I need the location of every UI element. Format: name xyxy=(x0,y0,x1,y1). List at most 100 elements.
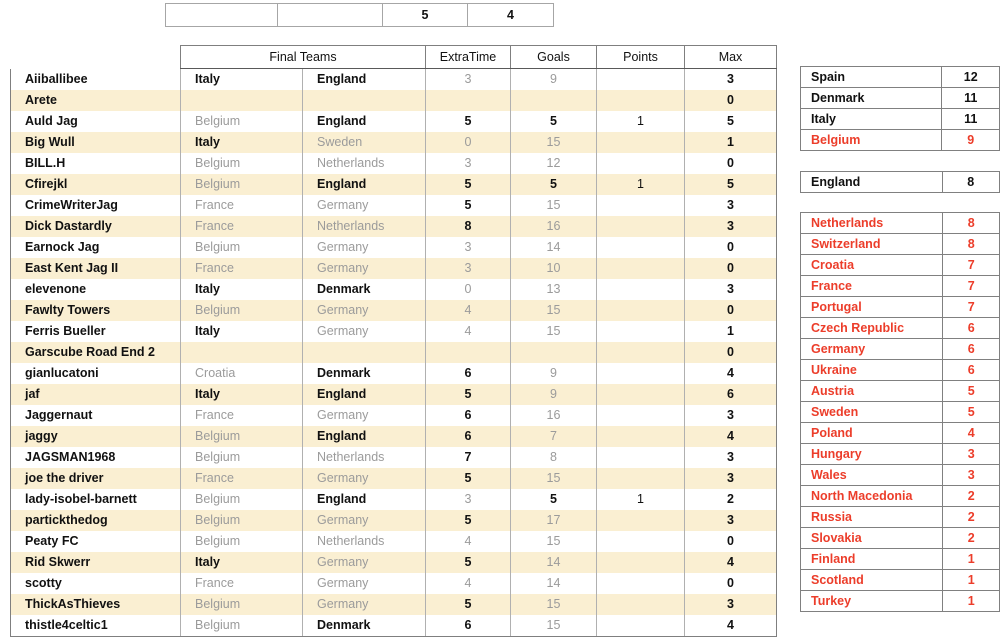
cell-extratime[interactable]: 4 xyxy=(425,321,511,342)
cell-final-team-1[interactable]: Italy xyxy=(180,552,303,573)
cell-entrant-name[interactable]: joe the driver xyxy=(10,468,181,489)
cell-goals[interactable]: 15 xyxy=(510,132,597,153)
cell-entrant-name[interactable]: Cfirejkl xyxy=(10,174,181,195)
cell-points[interactable]: 1 xyxy=(596,174,685,195)
standings-country-name[interactable]: Switzerland xyxy=(799,233,944,255)
cell-entrant-name[interactable]: Peaty FC xyxy=(10,531,181,552)
cell-max[interactable]: 3 xyxy=(684,447,777,468)
cell-final-team-1[interactable]: Belgium xyxy=(180,174,303,195)
cell-max[interactable]: 3 xyxy=(684,405,777,426)
standings-country-name[interactable]: North Macedonia xyxy=(799,485,944,507)
standings-country-value[interactable]: 4 xyxy=(942,422,1000,444)
standings-country-name[interactable]: Croatia xyxy=(799,254,944,276)
cell-points[interactable] xyxy=(596,321,685,342)
standings-country-name[interactable]: Netherlands xyxy=(799,212,944,234)
cell-final-team-2[interactable]: Germany xyxy=(302,195,426,216)
standings-country-value[interactable]: 12 xyxy=(941,66,1000,88)
cell-final-team-1[interactable]: Belgium xyxy=(180,510,303,531)
cell-entrant-name[interactable]: Garscube Road End 2 xyxy=(10,342,181,363)
cell-max[interactable]: 6 xyxy=(684,384,777,405)
cell-final-team-1[interactable]: Belgium xyxy=(180,300,303,321)
cell-goals[interactable]: 14 xyxy=(510,237,597,258)
cell-goals[interactable]: 15 xyxy=(510,321,597,342)
cell-final-team-2[interactable]: Netherlands xyxy=(302,531,426,552)
cell-extratime[interactable] xyxy=(425,342,511,363)
cell-points[interactable] xyxy=(596,68,685,90)
standings-country-name[interactable]: Belgium xyxy=(799,129,943,151)
cell-final-team-1[interactable] xyxy=(180,342,303,363)
standings-country-value[interactable]: 7 xyxy=(942,254,1000,276)
cell-extratime[interactable]: 4 xyxy=(425,573,511,594)
cell-goals[interactable]: 14 xyxy=(510,552,597,573)
cell-final-team-2[interactable]: Netherlands xyxy=(302,216,426,237)
cell-extratime[interactable]: 6 xyxy=(425,426,511,447)
summary-cell-1[interactable] xyxy=(277,3,383,27)
header-max[interactable]: Max xyxy=(684,45,777,69)
cell-points[interactable] xyxy=(596,384,685,405)
cell-final-team-1[interactable]: Belgium xyxy=(180,489,303,510)
cell-points[interactable] xyxy=(596,258,685,279)
cell-entrant-name[interactable]: Auld Jag xyxy=(10,111,181,132)
cell-goals[interactable]: 5 xyxy=(510,111,597,132)
cell-extratime[interactable]: 5 xyxy=(425,552,511,573)
cell-final-team-1[interactable]: France xyxy=(180,216,303,237)
cell-points[interactable] xyxy=(596,300,685,321)
standings-country-name[interactable]: France xyxy=(799,275,944,297)
standings-country-name[interactable]: Turkey xyxy=(799,590,944,612)
cell-points[interactable] xyxy=(596,216,685,237)
cell-final-team-1[interactable]: Belgium xyxy=(180,594,303,615)
cell-final-team-2[interactable]: Germany xyxy=(302,594,426,615)
cell-final-team-2[interactable]: Germany xyxy=(302,510,426,531)
cell-extratime[interactable]: 4 xyxy=(425,531,511,552)
cell-max[interactable]: 3 xyxy=(684,68,777,90)
standings-country-value[interactable]: 11 xyxy=(941,108,1000,130)
cell-goals[interactable]: 9 xyxy=(510,68,597,90)
standings-country-value[interactable]: 8 xyxy=(941,171,1000,193)
standings-country-name[interactable]: Italy xyxy=(799,108,943,130)
standings-country-name[interactable]: Finland xyxy=(799,548,944,570)
standings-country-value[interactable]: 3 xyxy=(942,443,1000,465)
cell-final-team-1[interactable]: Belgium xyxy=(180,111,303,132)
standings-country-name[interactable]: Germany xyxy=(799,338,944,360)
standings-country-name[interactable]: Russia xyxy=(799,506,944,528)
standings-country-value[interactable]: 2 xyxy=(942,506,1000,528)
cell-final-team-1[interactable]: France xyxy=(180,405,303,426)
cell-max[interactable]: 3 xyxy=(684,510,777,531)
standings-country-value[interactable]: 8 xyxy=(942,212,1000,234)
cell-entrant-name[interactable]: Rid Skwerr xyxy=(10,552,181,573)
cell-final-team-1[interactable]: Belgium xyxy=(180,153,303,174)
cell-extratime[interactable]: 5 xyxy=(425,195,511,216)
cell-points[interactable] xyxy=(596,531,685,552)
cell-goals[interactable]: 14 xyxy=(510,573,597,594)
cell-entrant-name[interactable]: jaggy xyxy=(10,426,181,447)
header-goals[interactable]: Goals xyxy=(510,45,597,69)
cell-entrant-name[interactable]: Fawlty Towers xyxy=(10,300,181,321)
cell-max[interactable]: 2 xyxy=(684,489,777,510)
cell-final-team-1[interactable] xyxy=(180,90,303,111)
cell-final-team-2[interactable]: Denmark xyxy=(302,615,426,637)
cell-goals[interactable]: 16 xyxy=(510,405,597,426)
cell-max[interactable]: 0 xyxy=(684,300,777,321)
standings-country-name[interactable]: Spain xyxy=(799,66,943,88)
cell-max[interactable]: 4 xyxy=(684,363,777,384)
standings-country-name[interactable]: Czech Republic xyxy=(799,317,944,339)
cell-final-team-2[interactable]: England xyxy=(302,426,426,447)
cell-extratime[interactable]: 5 xyxy=(425,510,511,531)
cell-max[interactable]: 4 xyxy=(684,426,777,447)
cell-extratime[interactable]: 8 xyxy=(425,216,511,237)
cell-final-team-1[interactable]: France xyxy=(180,258,303,279)
standings-country-name[interactable]: Austria xyxy=(799,380,944,402)
cell-final-team-2[interactable]: England xyxy=(302,489,426,510)
cell-points[interactable]: 1 xyxy=(596,489,685,510)
cell-final-team-1[interactable]: Italy xyxy=(180,68,303,90)
cell-entrant-name[interactable]: elevenone xyxy=(10,279,181,300)
standings-country-value[interactable]: 7 xyxy=(942,275,1000,297)
cell-final-team-2[interactable]: Sweden xyxy=(302,132,426,153)
cell-goals[interactable]: 15 xyxy=(510,594,597,615)
cell-entrant-name[interactable]: Aiiballibee xyxy=(10,68,181,90)
cell-final-team-1[interactable]: Croatia xyxy=(180,363,303,384)
cell-extratime[interactable]: 5 xyxy=(425,384,511,405)
cell-points[interactable] xyxy=(596,195,685,216)
cell-points[interactable] xyxy=(596,447,685,468)
cell-final-team-2[interactable]: Germany xyxy=(302,300,426,321)
